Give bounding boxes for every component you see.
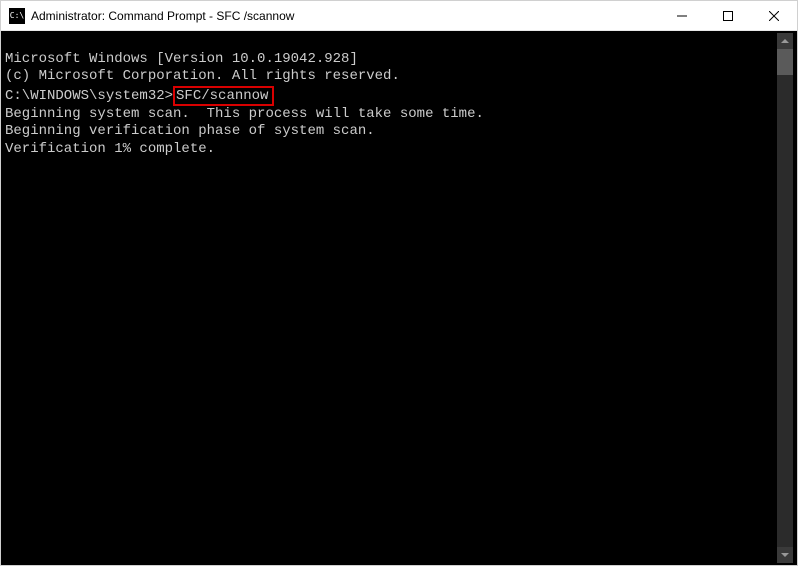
chevron-down-icon (781, 551, 789, 559)
window-controls (659, 1, 797, 30)
window-title: Administrator: Command Prompt - SFC /sca… (31, 9, 659, 23)
terminal-line: (c) Microsoft Corporation. All rights re… (5, 68, 777, 86)
terminal-line: Microsoft Windows [Version 10.0.19042.92… (5, 51, 777, 69)
chevron-up-icon (781, 37, 789, 45)
close-button[interactable] (751, 1, 797, 30)
terminal-area[interactable]: Microsoft Windows [Version 10.0.19042.92… (1, 31, 797, 565)
terminal-line: Beginning system scan. This process will… (5, 106, 777, 124)
maximize-icon (723, 11, 733, 21)
command-prompt-window: C:\ Administrator: Command Prompt - SFC … (0, 0, 798, 566)
scroll-up-button[interactable] (777, 33, 793, 49)
titlebar: C:\ Administrator: Command Prompt - SFC … (1, 1, 797, 31)
prompt-prefix: C:\WINDOWS\system32> (5, 88, 173, 104)
scroll-down-button[interactable] (777, 547, 793, 563)
scroll-thumb[interactable] (777, 49, 793, 75)
terminal-line: Verification 1% complete. (5, 141, 777, 159)
terminal-line: Beginning verification phase of system s… (5, 123, 777, 141)
maximize-button[interactable] (705, 1, 751, 30)
terminal-content: Microsoft Windows [Version 10.0.19042.92… (5, 33, 777, 563)
cmd-icon: C:\ (9, 8, 25, 24)
cmd-icon-label: C:\ (10, 11, 24, 20)
minimize-icon (677, 11, 687, 21)
vertical-scrollbar[interactable] (777, 33, 793, 563)
command-highlight: SFC/scannow (173, 86, 274, 106)
minimize-button[interactable] (659, 1, 705, 30)
close-icon (769, 11, 779, 21)
scroll-track[interactable] (777, 49, 793, 547)
terminal-prompt-line: C:\WINDOWS\system32>SFC/scannow (5, 86, 777, 106)
